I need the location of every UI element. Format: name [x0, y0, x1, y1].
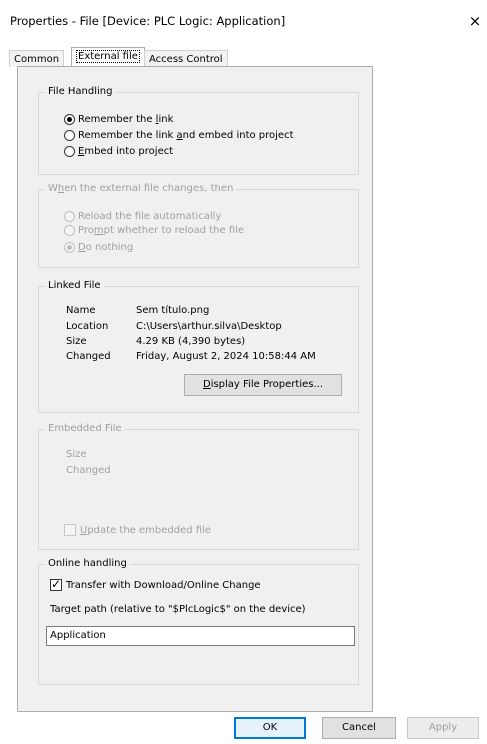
embedded-file-group: Embedded File Size Changed Update the em…: [38, 423, 359, 550]
ok-button[interactable]: OK: [234, 717, 306, 739]
target-path-input[interactable]: Application: [46, 626, 355, 646]
radio-do-nothing-label: Do nothing: [78, 241, 134, 253]
external-changes-group: When the external file changes, then Rel…: [38, 183, 359, 268]
linked-location-label: Location: [66, 321, 109, 332]
file-handling-title: File Handling: [45, 86, 116, 98]
embedded-file-title: Embedded File: [45, 423, 125, 435]
update-embedded-label: Update the embedded file: [80, 524, 211, 536]
linked-changed-value: Friday, August 2, 2024 10:58:44 AM: [136, 351, 316, 362]
radio-prompt-reload-label: Prompt whether to reload the file: [78, 224, 245, 236]
radio-embed-into-project-indicator[interactable]: [64, 145, 75, 157]
radio-prompt-reload[interactable]: Prompt whether to reload the file: [64, 223, 244, 237]
radio-remember-and-embed-label: Remember the link and embed into project: [78, 129, 294, 141]
radio-reload-automatically-label: Reload the file automatically: [78, 210, 222, 222]
radio-do-nothing-indicator[interactable]: [64, 241, 75, 253]
linked-size-label: Size: [66, 336, 87, 347]
cancel-button[interactable]: Cancel: [322, 717, 396, 739]
transfer-label: Transfer with Download/Online Change: [66, 579, 261, 591]
tab-common-label: Common: [14, 54, 60, 65]
radio-remember-and-embed-indicator[interactable]: [64, 129, 75, 141]
update-embedded-checkbox-row[interactable]: Update the embedded file: [64, 523, 211, 537]
linked-changed-label: Changed: [66, 351, 111, 362]
close-icon[interactable]: ×: [466, 11, 484, 31]
tab-external-file[interactable]: External file: [71, 47, 145, 67]
title-bar: Properties - File [Device: PLC Logic: Ap…: [0, 0, 487, 40]
radio-embed-into-project[interactable]: Embed into project: [64, 144, 173, 158]
online-handling-title: Online handling: [45, 558, 130, 570]
linked-file-group: Linked File Name Sem título.png Location…: [38, 280, 359, 413]
file-handling-group: File Handling Remember the link Remember…: [38, 86, 359, 175]
linked-file-title: Linked File: [45, 280, 104, 292]
embedded-changed-label: Changed: [66, 465, 111, 476]
linked-location-value: C:\Users\arthur.silva\Desktop: [136, 321, 282, 332]
radio-reload-automatically-indicator[interactable]: [64, 210, 75, 222]
tab-access-control-label: Access Control: [149, 54, 223, 65]
update-embedded-checkbox[interactable]: [64, 524, 76, 536]
external-changes-title: When the external file changes, then: [45, 183, 237, 195]
linked-size-value: 4.29 KB (4,390 bytes): [136, 336, 246, 347]
online-handling-group: Online handling Transfer with Download/O…: [38, 558, 359, 685]
target-path-label: Target path (relative to "$PlcLogic$" on…: [50, 604, 306, 615]
window-title: Properties - File [Device: PLC Logic: Ap…: [10, 14, 286, 28]
radio-prompt-reload-indicator[interactable]: [64, 224, 75, 236]
radio-remember-link-indicator[interactable]: [64, 113, 75, 125]
linked-name-value: Sem título.png: [136, 305, 210, 316]
radio-embed-into-project-label: Embed into project: [78, 145, 174, 157]
tab-page: File Handling Remember the link Remember…: [17, 66, 373, 712]
embedded-size-label: Size: [66, 449, 87, 460]
tab-access-control[interactable]: Access Control: [144, 50, 228, 67]
linked-name-label: Name: [66, 305, 96, 316]
radio-reload-automatically[interactable]: Reload the file automatically: [64, 209, 221, 223]
transfer-checkbox-row[interactable]: Transfer with Download/Online Change: [50, 577, 261, 592]
tab-common[interactable]: Common: [9, 50, 65, 67]
transfer-checkbox[interactable]: [50, 577, 62, 591]
apply-button[interactable]: Apply: [407, 717, 479, 739]
tab-external-file-label: External file: [76, 50, 140, 63]
radio-remember-and-embed[interactable]: Remember the link and embed into project: [64, 128, 294, 142]
display-file-properties-button[interactable]: Display File Properties...: [184, 374, 342, 396]
radio-remember-link-label: Remember the link: [78, 113, 174, 125]
radio-remember-link[interactable]: Remember the link: [64, 112, 173, 126]
radio-do-nothing[interactable]: Do nothing: [64, 240, 133, 254]
